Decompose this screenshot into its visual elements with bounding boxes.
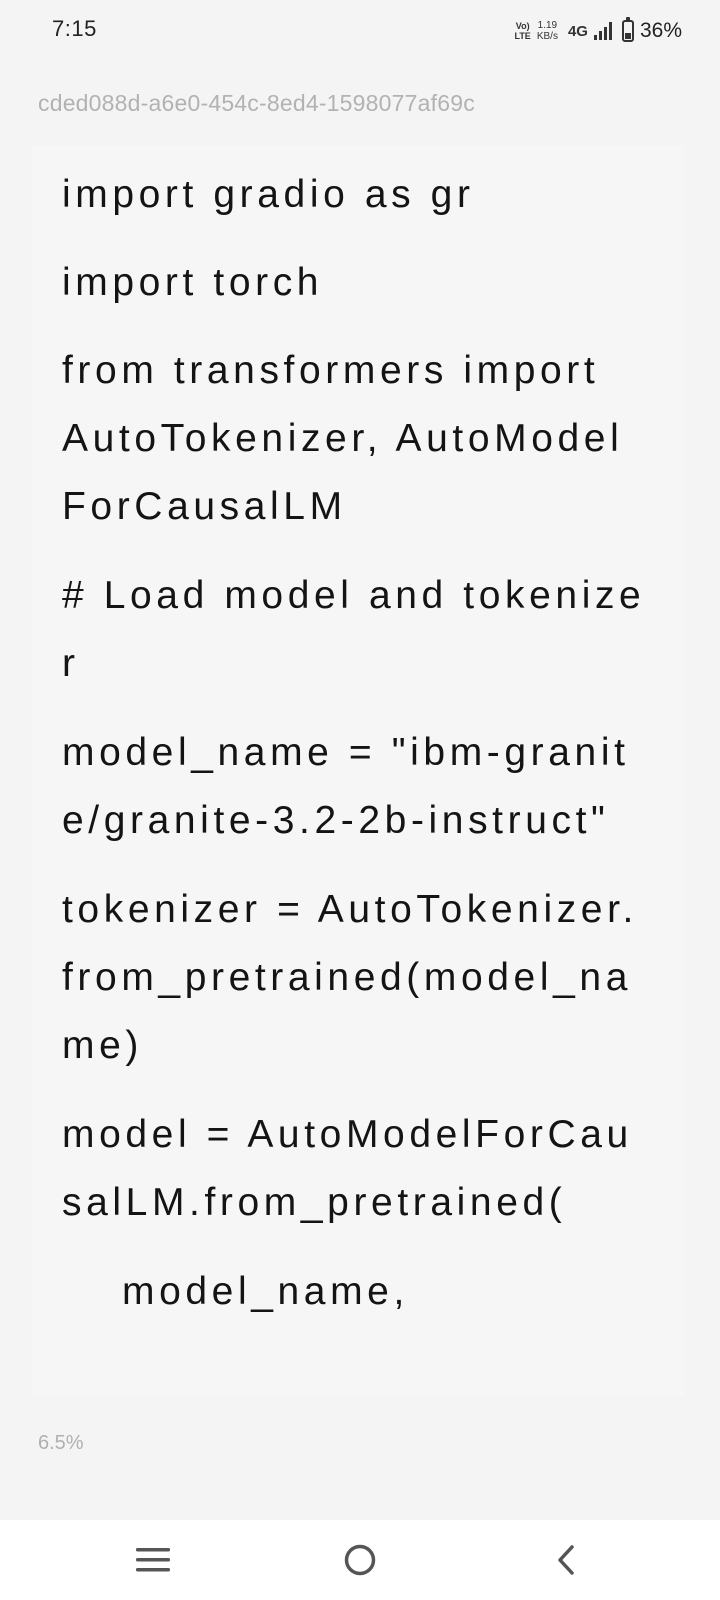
status-icons: Vo) LTE 1.19 KB/s 4G 36% [514, 16, 682, 46]
code-line: ForCausalLM [62, 485, 347, 528]
code-line: # Load model and tokenize [62, 574, 646, 617]
network-type: 4G [567, 22, 588, 40]
volte-top-label: Vo) [515, 21, 530, 31]
signal-icon [593, 22, 612, 40]
net-speed-unit: KB/s [536, 31, 558, 42]
code-line: AutoTokenizer, AutoModel [62, 417, 624, 460]
menu-icon[interactable] [131, 1538, 175, 1582]
battery-percent: 36% [639, 19, 682, 42]
code-line: import gradio as gr [62, 173, 475, 216]
navigation-bar [0, 1520, 720, 1600]
code-line: from transformers import [62, 349, 600, 392]
back-icon[interactable] [546, 1538, 590, 1582]
code-line: import torch [62, 261, 324, 304]
document-id: cded088d-a6e0-454c-8ed4-1598077af69c [38, 90, 475, 116]
code-line: me) [62, 1024, 143, 1067]
volte-bottom-label: LTE [514, 31, 531, 41]
battery-icon [621, 17, 634, 42]
code-line: tokenizer = AutoTokenizer. [62, 888, 638, 931]
code-line: from_pretrained(model_na [62, 956, 632, 999]
net-speed: 1.19 KB/s [537, 20, 558, 42]
code-line: model_name = "ibm-granit [62, 731, 630, 774]
home-icon[interactable] [338, 1538, 382, 1582]
status-bar: 7:15 Vo) LTE 1.19 KB/s 4G 36% [0, 0, 720, 62]
code-line: model_name, [122, 1270, 409, 1313]
net-speed-value: 1.19 [537, 20, 558, 31]
code-line: e/granite-3.2-2b-instruct" [62, 799, 610, 842]
code-line: r [62, 642, 80, 685]
code-line: salLM.from_pretrained( [62, 1181, 567, 1224]
reading-progress: 6.5% [38, 1432, 84, 1454]
status-time: 7:15 [52, 16, 97, 41]
volte-icon: Vo) LTE [514, 21, 530, 41]
code-line: model = AutoModelForCau [62, 1113, 633, 1156]
